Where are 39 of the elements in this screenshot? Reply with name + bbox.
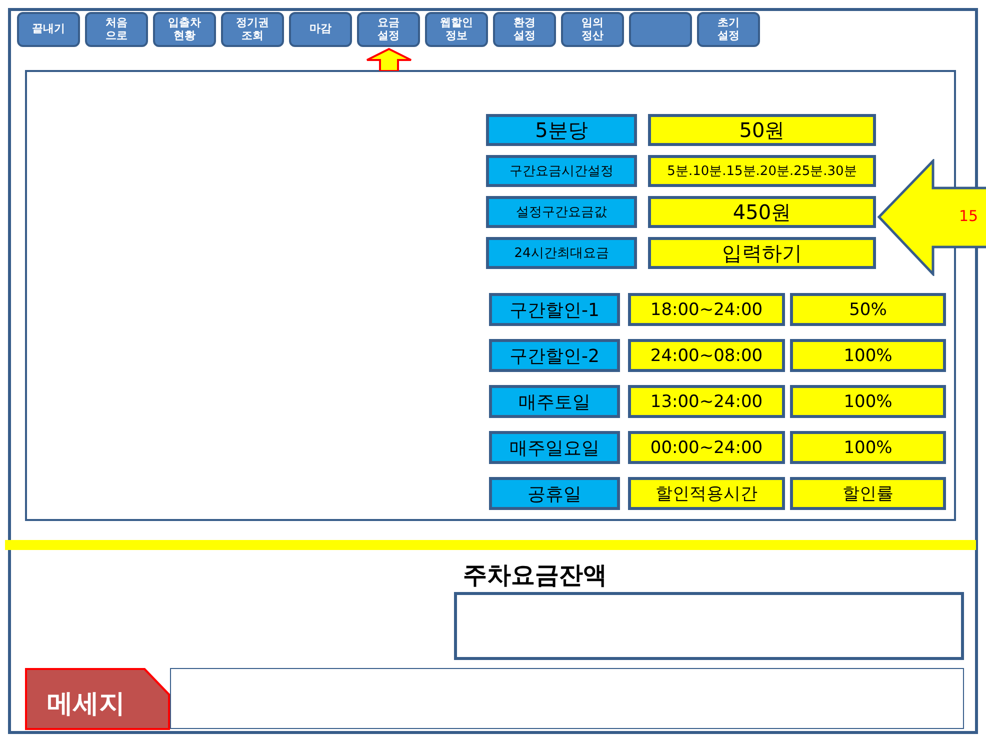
menu-button[interactable]: 입출차 현황 — [153, 12, 216, 47]
discount-name: 구간할인-2 — [489, 339, 620, 372]
callout-text: 15 — [959, 207, 978, 225]
fee-label: 24시간최대요금 — [486, 237, 637, 269]
discount-rate-field[interactable]: 100% — [790, 339, 946, 372]
discount-name: 구간할인-1 — [489, 293, 620, 326]
menu-button[interactable]: 마감 — [289, 12, 352, 47]
menu-button[interactable]: 웹할인 정보 — [425, 12, 488, 47]
discount-time-field[interactable]: 24:00~08:00 — [628, 339, 785, 372]
menu-button[interactable]: 끝내기 — [17, 12, 80, 47]
discount-rate-field[interactable]: 50% — [790, 293, 946, 326]
menu-button[interactable]: 환경 설정 — [493, 12, 556, 47]
discount-time-field[interactable]: 18:00~24:00 — [628, 293, 785, 326]
balance-field[interactable] — [454, 592, 964, 660]
fee-value-field[interactable]: 입력하기 — [648, 237, 876, 269]
fee-label: 5분당 — [486, 114, 637, 146]
up-arrow-icon — [366, 48, 412, 71]
menu-button[interactable]: 처음 으로 — [85, 12, 148, 47]
fee-label: 설정구간요금값 — [486, 196, 637, 228]
discount-time-field[interactable]: 13:00~24:00 — [628, 385, 785, 418]
fee-value-field[interactable]: 450원 — [648, 196, 876, 228]
menu-button[interactable]: 요금 설정 — [357, 12, 420, 47]
message-label: 메세지 — [25, 668, 170, 730]
menu-button[interactable]: 정기권 조회 — [221, 12, 284, 47]
discount-name: 공휴일 — [489, 477, 620, 510]
discount-rate-field[interactable]: 할인률 — [790, 477, 946, 510]
fee-value-field[interactable]: 50원 — [648, 114, 876, 146]
balance-title: 주차요금잔액 — [463, 560, 607, 590]
menu-button[interactable]: 임의 정산 — [561, 12, 624, 47]
discount-name: 매주토일 — [489, 385, 620, 418]
menu-button[interactable]: 초기 설정 — [697, 12, 760, 47]
fee-label: 구간요금시간설정 — [486, 155, 637, 187]
discount-name: 매주일요일 — [489, 431, 620, 464]
discount-rate-field[interactable]: 100% — [790, 385, 946, 418]
message-field[interactable] — [170, 668, 964, 729]
fee-value-field[interactable]: 5분.10분.15분.20분.25분.30분 — [648, 155, 876, 187]
discount-rate-field[interactable]: 100% — [790, 431, 946, 464]
discount-time-field[interactable]: 할인적용시간 — [628, 477, 785, 510]
discount-time-field[interactable]: 00:00~24:00 — [628, 431, 785, 464]
